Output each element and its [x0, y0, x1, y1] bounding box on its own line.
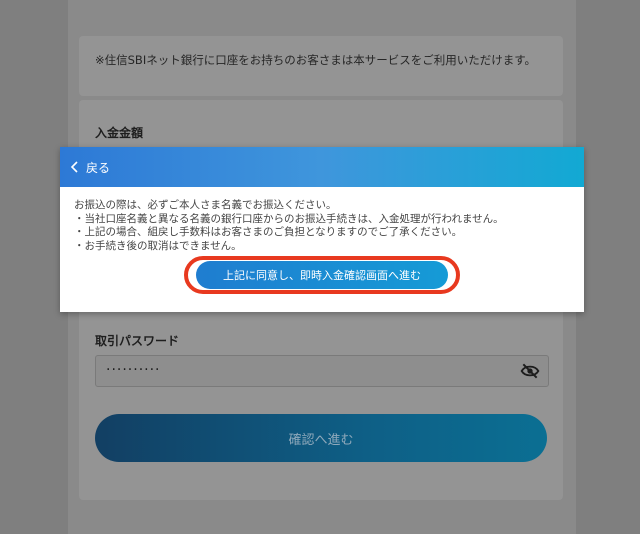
password-field[interactable]: ··········	[95, 355, 549, 387]
notice-text: ※住信SBIネット銀行に口座をお持ちのお客さまは本サービスをご利用いただけます。	[95, 53, 537, 67]
chevron-left-icon[interactable]	[70, 161, 80, 173]
modal-header: 戻る	[60, 147, 584, 187]
password-label: 取引パスワード	[95, 334, 180, 348]
back-link[interactable]: 戻る	[86, 159, 110, 176]
agreement-modal: 戻る お振込の際は、必ずご本人さま名義でお振込ください。 ・当社口座名義と異なる…	[60, 147, 584, 312]
eye-off-icon[interactable]	[520, 362, 540, 380]
notice-card: ※住信SBIネット銀行に口座をお持ちのお客さまは本サービスをご利用いただけます。	[79, 36, 563, 96]
amount-label: 入金金額	[95, 126, 144, 140]
highlight-ring: 上記に同意し、即時入金確認画面へ進む	[184, 256, 460, 294]
agree-proceed-button[interactable]: 上記に同意し、即時入金確認画面へ進む	[196, 261, 448, 289]
notice-line: お振込の際は、必ずご本人さま名義でお振込ください。	[74, 199, 337, 211]
notice-line: ・お手続き後の取消はできません。	[74, 239, 242, 252]
confirm-button[interactable]: 確認へ進む	[95, 414, 547, 462]
password-value: ··········	[106, 362, 161, 378]
notice-line: ・上記の場合、組戻し手数料はお客さまのご負担となりますのでご了承ください。	[74, 226, 463, 238]
modal-notice-text: お振込の際は、必ずご本人さま名義でお振込ください。 ・当社口座名義と異なる名義の…	[60, 187, 584, 253]
notice-line: ・当社口座名義と異なる名義の銀行口座からのお振込手続きは、入金処理が行われません…	[74, 212, 504, 225]
